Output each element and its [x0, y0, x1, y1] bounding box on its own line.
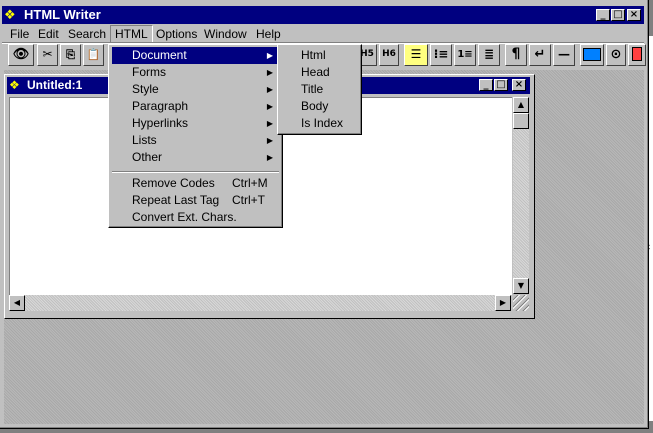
submenu-item-html[interactable]: Html: [281, 47, 358, 64]
pilcrow-icon: ¶: [511, 46, 521, 62]
highlight-list-button[interactable]: ☰: [404, 44, 428, 66]
menu-item-document[interactable]: Document ▶: [112, 47, 279, 64]
shortcut-label: Ctrl+T: [232, 193, 265, 207]
image-button[interactable]: [580, 44, 604, 66]
maximize-button[interactable]: □: [611, 9, 625, 21]
eye-icon: 👁: [12, 47, 30, 62]
menu-separator: [112, 171, 279, 173]
rule-icon: —: [558, 47, 570, 61]
scroll-left-button[interactable]: ◀: [9, 295, 25, 311]
scroll-right-button[interactable]: ▶: [495, 295, 511, 311]
copy-icon: ⎘: [66, 48, 75, 61]
menu-item-repeat-last-tag[interactable]: Repeat Last Tag Ctrl+T: [112, 192, 279, 209]
app-icon[interactable]: ❖: [4, 7, 20, 23]
scroll-down-button[interactable]: ▼: [513, 278, 529, 294]
menu-item-style[interactable]: Style ▶: [112, 81, 279, 98]
menubar: File Edit Search HTML Options Window Hel…: [2, 25, 644, 43]
copy-button[interactable]: ⎘: [60, 44, 81, 66]
numbered-list-icon: 1≡: [457, 49, 473, 60]
horizontal-scrollbar[interactable]: ◀ ▶: [9, 295, 511, 311]
menu-html[interactable]: HTML: [110, 25, 153, 43]
scissors-icon: ✂: [42, 47, 53, 61]
document-close-button[interactable]: ×: [512, 79, 526, 91]
horizontal-rule-button[interactable]: —: [553, 44, 575, 66]
document-minimize-button[interactable]: _: [479, 79, 493, 91]
paste-icon: 📋: [86, 48, 101, 61]
submenu-arrow-icon: ▶: [266, 51, 273, 60]
document-title: Untitled:1: [27, 78, 83, 92]
cut-button[interactable]: ✂: [37, 44, 58, 66]
scroll-thumb[interactable]: [513, 113, 529, 129]
view-eye-button[interactable]: 👁: [8, 44, 34, 66]
menu-item-other[interactable]: Other ▶: [112, 149, 279, 166]
exit-button[interactable]: [628, 44, 646, 66]
line-break-button[interactable]: ↵: [529, 44, 551, 66]
list-icon: ☰: [410, 47, 422, 61]
numbered-list-button[interactable]: 1≡: [454, 44, 476, 66]
minimize-button[interactable]: _: [596, 9, 610, 21]
submenu-arrow-icon: ▶: [266, 136, 273, 145]
html-dropdown-menu: Document ▶ Forms ▶ Style ▶ Paragraph ▶ Hyper…: [108, 44, 283, 228]
definition-list-button[interactable]: ≣: [478, 44, 500, 66]
submenu-arrow-icon: ▶: [266, 68, 273, 77]
close-button[interactable]: ×: [627, 9, 641, 21]
menu-item-lists[interactable]: Lists ▶: [112, 132, 279, 149]
shortcut-label: Ctrl+M: [232, 176, 268, 190]
return-icon: ↵: [534, 47, 546, 62]
menu-item-hyperlinks[interactable]: Hyperlinks ▶: [112, 115, 279, 132]
submenu-arrow-icon: ▶: [266, 102, 273, 111]
target-button[interactable]: ⊙: [606, 44, 626, 66]
paragraph-button[interactable]: ¶: [505, 44, 527, 66]
paste-button[interactable]: 📋: [83, 44, 104, 66]
title-bar[interactable]: ❖ HTML Writer _ □ ×: [2, 6, 644, 24]
submenu-item-body[interactable]: Body: [281, 98, 358, 115]
submenu-arrow-icon: ▶: [266, 119, 273, 128]
menu-item-forms[interactable]: Forms ▶: [112, 64, 279, 81]
submenu-item-head[interactable]: Head: [281, 64, 358, 81]
bullet-list-icon: ⁝≡: [433, 47, 449, 61]
menu-item-convert-ext-chars[interactable]: Convert Ext. Chars.: [112, 209, 279, 226]
vertical-scrollbar[interactable]: ▲ ▼: [513, 97, 529, 294]
menu-edit[interactable]: Edit: [34, 25, 63, 43]
h5-label: H5: [360, 49, 374, 59]
h6-button[interactable]: H6: [379, 44, 399, 66]
exit-door-icon: [632, 47, 642, 61]
document-submenu: Html Head Title Body Is Index: [277, 44, 362, 135]
menu-help[interactable]: Help: [252, 25, 285, 43]
app-title: HTML Writer: [24, 7, 101, 22]
menu-item-paragraph[interactable]: Paragraph ▶: [112, 98, 279, 115]
submenu-arrow-icon: ▶: [266, 85, 273, 94]
menu-item-remove-codes[interactable]: Remove Codes Ctrl+M: [112, 175, 279, 192]
menu-file[interactable]: File: [6, 25, 33, 43]
bullet-list-button[interactable]: ⁝≡: [430, 44, 452, 66]
document-icon: ❖: [9, 78, 20, 92]
size-grip[interactable]: [513, 295, 529, 311]
image-icon: [583, 48, 601, 61]
menu-options[interactable]: Options: [152, 25, 201, 43]
submenu-item-is-index[interactable]: Is Index: [281, 115, 358, 132]
submenu-arrow-icon: ▶: [266, 153, 273, 162]
submenu-item-title[interactable]: Title: [281, 81, 358, 98]
h6-label: H6: [382, 49, 396, 59]
document-maximize-button[interactable]: □: [494, 79, 508, 91]
menu-search[interactable]: Search: [64, 25, 110, 43]
align-icon: ≣: [483, 47, 495, 61]
scroll-up-button[interactable]: ▲: [513, 97, 529, 113]
target-icon: ⊙: [610, 47, 622, 62]
menu-window[interactable]: Window: [200, 25, 251, 43]
